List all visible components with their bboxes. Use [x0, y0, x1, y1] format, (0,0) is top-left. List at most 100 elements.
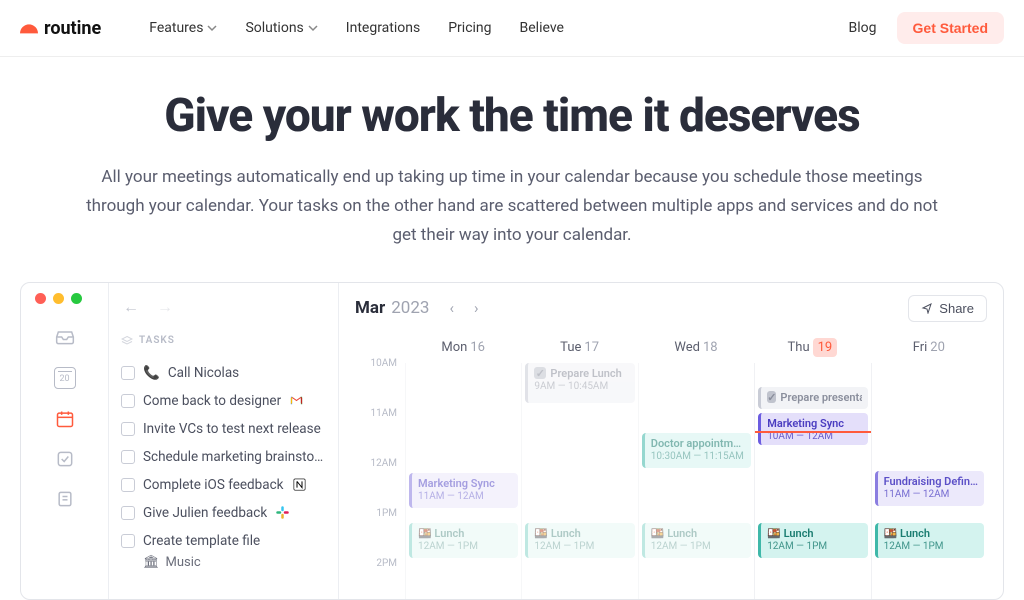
task-label: Invite VCs to test next release [143, 421, 321, 437]
day-column-tue[interactable]: ✓Prepare Lunch 9AM — 10:45AM 🍱 Lunch 12A… [521, 363, 637, 600]
event-lunch[interactable]: 🍱 Lunch 12AM — 1PM [525, 523, 634, 558]
task-label: Call Nicolas [168, 365, 239, 381]
calendar-year: 2023 [391, 298, 429, 318]
task-checkbox[interactable] [121, 394, 135, 408]
nav-features[interactable]: Features [149, 20, 217, 36]
tasks-nav: ← → [119, 297, 328, 317]
task-checkbox[interactable] [121, 506, 135, 520]
forward-icon[interactable]: → [157, 297, 173, 317]
nav-integrations[interactable]: Integrations [346, 20, 420, 36]
gmail-icon [289, 393, 304, 408]
hero: Give your work the time it deserves All … [0, 57, 1024, 274]
chevron-down-icon [207, 23, 217, 33]
day-column-thu[interactable]: ✓Prepare presentat Marketing Sync 10AM —… [754, 363, 870, 600]
calendar-month: Mar [355, 298, 385, 318]
task-label: Complete iOS feedback [143, 477, 284, 493]
tasks-icon[interactable] [55, 449, 75, 469]
window-maximize[interactable] [71, 293, 82, 304]
event-marketing-sync[interactable]: Marketing Sync 10AM — 12AM [758, 413, 867, 445]
task-item[interactable]: Schedule marketing brainstor... [119, 443, 328, 471]
current-time-indicator [755, 431, 870, 433]
event-fundraising[interactable]: Fundraising Definition 11AM — 12AM [875, 471, 984, 506]
event-lunch[interactable]: 🍱 Lunch 12AM — 1PM [758, 523, 867, 558]
nav-integrations-label: Integrations [346, 20, 420, 36]
notion-icon [292, 477, 307, 492]
logo-icon [20, 22, 38, 34]
event-prepare-lunch[interactable]: ✓Prepare Lunch 9AM — 10:45AM [525, 363, 634, 403]
task-checkbox[interactable] [121, 366, 135, 380]
day-column-wed[interactable]: Doctor appointment 10:30AM — 11:15AM 🍱 L… [638, 363, 754, 600]
task-checkbox[interactable] [121, 422, 135, 436]
task-item[interactable]: Invite VCs to test next release [119, 415, 328, 443]
time-label: 11AM [355, 408, 405, 458]
calendar-header: Mar 2023 ‹ › Share [355, 295, 987, 322]
task-checkbox[interactable] [121, 478, 135, 492]
window-minimize[interactable] [53, 293, 64, 304]
prev-week-button[interactable]: ‹ [449, 299, 454, 317]
calendar-icon[interactable] [55, 409, 75, 429]
task-item[interactable]: Come back to designer [119, 387, 328, 415]
window-close[interactable] [35, 293, 46, 304]
event-lunch[interactable]: 🍱 Lunch 12AM — 1PM [875, 523, 984, 558]
task-label: Create template file [143, 533, 260, 549]
nav-right: Blog Get Started [849, 12, 1004, 44]
task-item[interactable]: Complete iOS feedback [119, 471, 328, 499]
today-icon[interactable]: 20 [54, 367, 76, 389]
task-checkbox[interactable] [121, 450, 135, 464]
nav-links: Features Solutions Integrations Pricing … [149, 20, 564, 36]
share-button[interactable]: Share [908, 295, 987, 322]
time-column: 10AM 11AM 12AM 1PM 2PM [355, 363, 405, 600]
calendar-grid: 10AM 11AM 12AM 1PM 2PM Marketing Sync 11… [355, 363, 987, 600]
day-header: Fri20 [871, 340, 987, 363]
day-column-mon[interactable]: Marketing Sync 11AM — 12AM 🍱 Lunch 12AM … [405, 363, 521, 600]
layers-icon [121, 335, 133, 347]
nav-pricing[interactable]: Pricing [448, 20, 491, 36]
inbox-icon[interactable] [55, 327, 75, 347]
nav-blog[interactable]: Blog [849, 20, 877, 36]
task-label: Schedule marketing brainstor... [143, 449, 326, 465]
tasks-heading: TASKS [119, 335, 328, 347]
task-label: Come back to designer [143, 393, 281, 409]
task-subfile[interactable]: 🏛 Music [119, 555, 328, 570]
back-icon[interactable]: ← [123, 297, 139, 317]
event-lunch[interactable]: 🍱 Lunch 12AM — 1PM [409, 523, 518, 558]
day-header: Tue17 [521, 340, 637, 363]
time-label: 1PM [355, 508, 405, 558]
calendar-day-headers: Mon16 Tue17 Wed18 Thu19 Fri20 [355, 340, 987, 363]
calendar-nav: ‹ › [449, 299, 478, 317]
task-item[interactable]: Create template file [119, 527, 328, 555]
nav-features-label: Features [149, 20, 203, 36]
check-icon: ✓ [534, 367, 546, 379]
file-icon: 🏛 [143, 555, 160, 570]
day-header-today: Thu19 [754, 340, 870, 363]
time-label: 12AM [355, 458, 405, 508]
logo[interactable]: routine [20, 18, 101, 39]
nav-solutions[interactable]: Solutions [245, 20, 317, 36]
next-week-button[interactable]: › [474, 299, 479, 317]
notes-icon[interactable] [55, 489, 75, 509]
subfile-label: Music [166, 555, 201, 570]
window-controls [35, 293, 82, 304]
event-marketing-sync[interactable]: Marketing Sync 11AM — 12AM [409, 473, 518, 508]
nav-believe[interactable]: Believe [520, 20, 564, 36]
nav-pricing-label: Pricing [448, 20, 491, 36]
get-started-button[interactable]: Get Started [897, 12, 1004, 44]
chevron-down-icon [308, 23, 318, 33]
icon-rail: 20 [21, 283, 109, 599]
day-column-fri[interactable]: Fundraising Definition 11AM — 12AM 🍱 Lun… [871, 363, 987, 600]
event-doctor[interactable]: Doctor appointment 10:30AM — 11:15AM [642, 433, 751, 468]
event-lunch[interactable]: 🍱 Lunch 12AM — 1PM [642, 523, 751, 558]
task-item[interactable]: Give Julien feedback [119, 499, 328, 527]
hero-title: Give your work the time it deserves [80, 89, 944, 143]
calendar-panel: Mar 2023 ‹ › Share Mon16 Tue17 Wed18 Thu… [339, 283, 1003, 599]
event-prepare-presentation[interactable]: ✓Prepare presentat [758, 387, 867, 409]
slack-icon [275, 505, 290, 520]
phone-icon: 📞 [143, 365, 160, 381]
task-item[interactable]: 📞 Call Nicolas [119, 359, 328, 387]
nav-solutions-label: Solutions [245, 20, 303, 36]
logo-text: routine [44, 18, 101, 39]
share-icon [921, 302, 933, 314]
nav-believe-label: Believe [520, 20, 564, 36]
task-checkbox[interactable] [121, 534, 135, 548]
hero-subtitle: All your meetings automatically end up t… [80, 163, 944, 250]
